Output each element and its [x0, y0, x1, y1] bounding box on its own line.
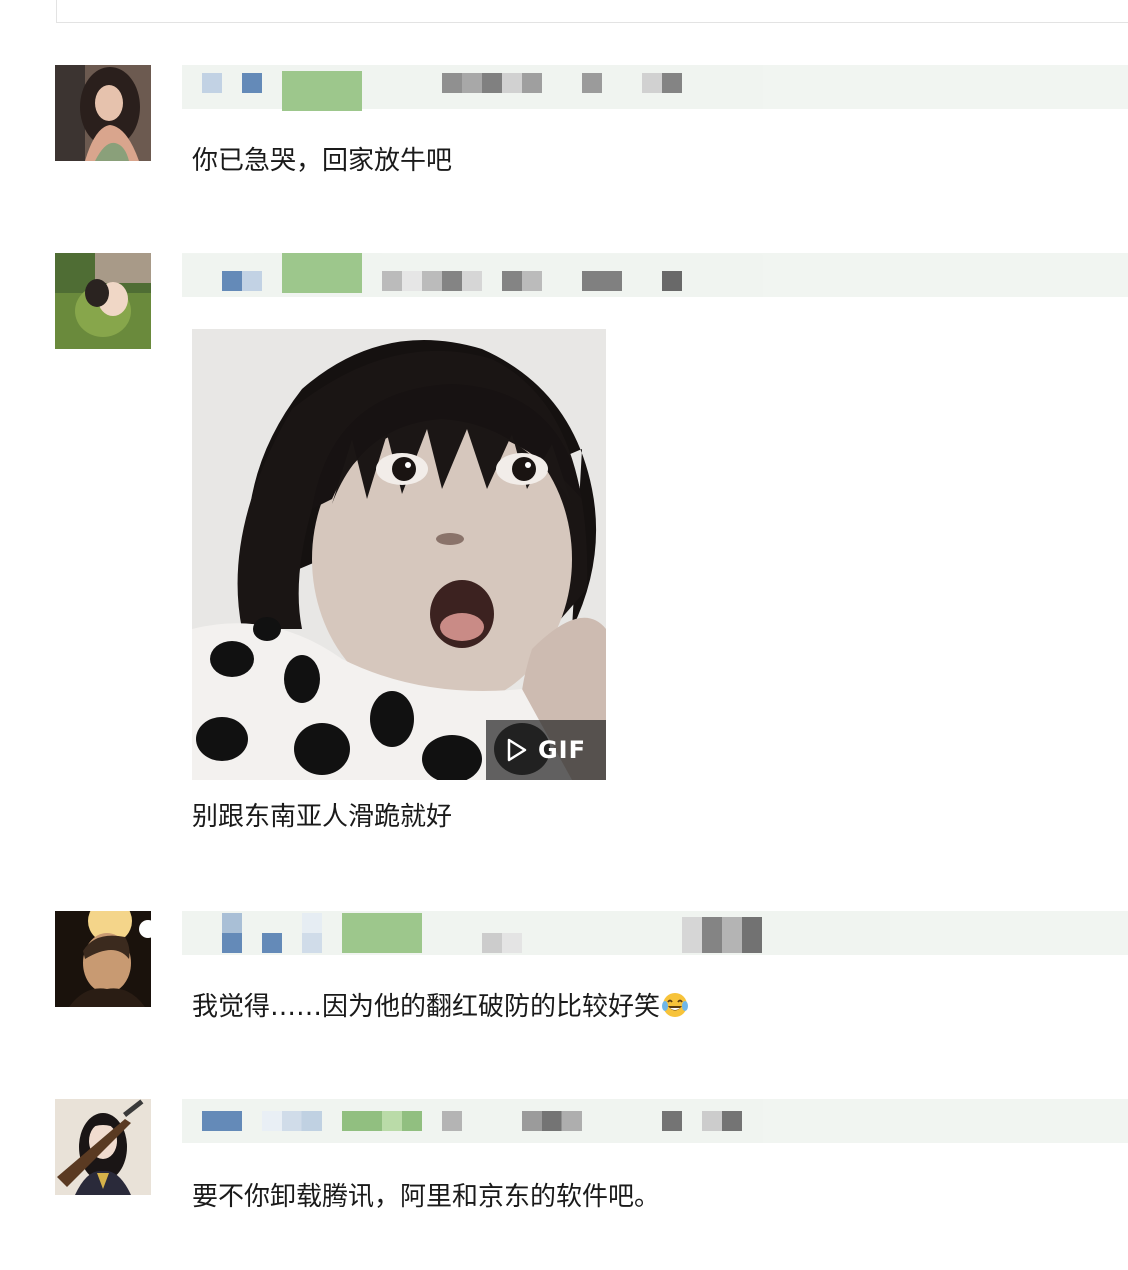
- username-mosaic: [202, 73, 222, 93]
- meta-mosaic: [662, 271, 682, 291]
- user-header-blurred: [182, 911, 1128, 955]
- comment-text-content: 我觉得……因为他的翻红破防的比较好笑: [192, 992, 661, 1022]
- meta-mosaic: [582, 73, 602, 93]
- user-avatar[interactable]: [55, 1099, 151, 1195]
- meta-mosaic: [662, 1111, 682, 1131]
- user-header-blurred: [182, 253, 1128, 297]
- username-mosaic: [302, 913, 322, 953]
- user-header-blurred: [182, 65, 1128, 111]
- avatar-girl-gun-icon: [55, 1099, 151, 1195]
- gif-badge[interactable]: GIF: [486, 720, 606, 780]
- meta-mosaic: [502, 271, 542, 291]
- badge-mosaic: [282, 71, 362, 111]
- user-avatar[interactable]: [55, 65, 151, 161]
- gif-label: GIF: [537, 736, 587, 764]
- meta-mosaic: [522, 1111, 582, 1131]
- meta-mosaic: [702, 1111, 742, 1131]
- username-mosaic: [222, 271, 242, 291]
- meta-mosaic: [642, 73, 682, 93]
- comment-text: 你已急哭，回家放牛吧: [192, 146, 453, 176]
- laughing-tears-emoji-icon: [662, 993, 689, 1017]
- username-mosaic: [242, 271, 262, 291]
- meta-mosaic: [442, 73, 542, 93]
- avatar-woman-icon: [55, 65, 151, 161]
- meta-mosaic: [682, 917, 762, 953]
- username-mosaic: [222, 913, 242, 953]
- surprised-child-gif-image: [192, 329, 606, 780]
- meta-mosaic: [382, 271, 482, 291]
- username-mosaic: [262, 1111, 322, 1131]
- user-avatar[interactable]: [55, 253, 151, 349]
- meta-mosaic: [582, 271, 622, 291]
- user-header-blurred: [182, 1099, 1128, 1143]
- meta-mosaic: [482, 933, 522, 953]
- comment-text: 我觉得……因为他的翻红破防的比较好笑: [192, 990, 689, 1024]
- username-mosaic: [262, 933, 282, 953]
- previous-comment-box: [56, 0, 1128, 23]
- username-mosaic: [242, 73, 262, 93]
- user-avatar[interactable]: [55, 911, 151, 1007]
- comment-text: 要不你卸载腾讯，阿里和京东的软件吧。: [192, 1182, 661, 1212]
- badge-mosaic: [342, 913, 422, 953]
- username-mosaic: [202, 1111, 242, 1131]
- comment-text: 别跟东南亚人滑跪就好: [192, 802, 453, 832]
- avatar-girl-icon: [55, 253, 151, 349]
- meta-mosaic: [442, 1111, 462, 1131]
- badge-mosaic: [342, 1111, 422, 1131]
- badge-mosaic: [282, 253, 362, 293]
- play-icon: [507, 738, 527, 762]
- comment-image[interactable]: GIF: [192, 329, 606, 780]
- avatar-man-icon: [55, 911, 151, 1007]
